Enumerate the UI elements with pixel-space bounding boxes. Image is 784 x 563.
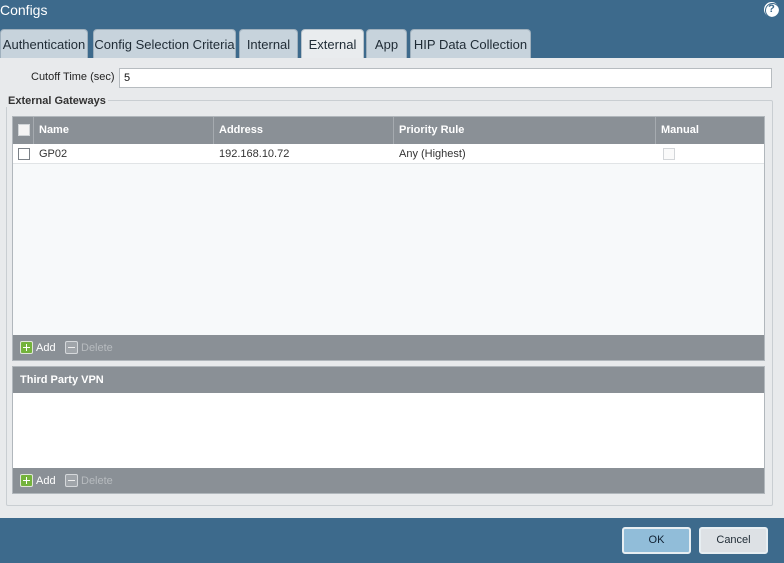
add-icon[interactable] [20, 474, 33, 487]
delete-icon [65, 341, 78, 354]
cancel-button[interactable]: Cancel [699, 527, 768, 554]
gateway-name: GP02 [39, 148, 68, 160]
external-gateways-toolbar: Add Delete [13, 335, 764, 360]
cutoff-time-input[interactable]: 5 [119, 68, 772, 88]
third-party-vpn-title: Third Party VPN [20, 374, 104, 386]
column-header-name[interactable]: Name [34, 117, 214, 144]
dialog-footer: OK Cancel [0, 518, 784, 563]
tab-app[interactable]: App [366, 29, 407, 59]
add-icon[interactable] [20, 341, 33, 354]
tab-content: Cutoff Time (sec) 5 External Gateways Na… [0, 58, 784, 518]
title-bar: Configs ? [0, 0, 784, 22]
configs-dialog: Configs ? Authentication Config Selectio… [0, 0, 784, 563]
tab-authentication[interactable]: Authentication [0, 29, 88, 59]
grid-header: Name Address Priority Rule Manual [13, 117, 764, 144]
column-header-manual[interactable]: Manual [656, 117, 762, 144]
tab-strip: Authentication Config Selection Criteria… [0, 29, 784, 60]
third-party-vpn-grid: Third Party VPN Add Delete [12, 366, 765, 494]
delete-button[interactable]: Delete [81, 474, 113, 488]
row-select-checkbox[interactable] [18, 148, 30, 160]
help-icon[interactable]: ? [764, 2, 780, 18]
third-party-vpn-header: Third Party VPN [13, 367, 764, 393]
select-all-checkbox[interactable] [18, 124, 30, 136]
external-gateways-grid: Name Address Priority Rule Manual GP02 1… [12, 116, 765, 361]
column-header-address[interactable]: Address [214, 117, 394, 144]
ok-button[interactable]: OK [622, 527, 691, 554]
tab-internal[interactable]: Internal [239, 29, 298, 59]
add-button[interactable]: Add [36, 474, 56, 488]
column-header-priority-rule[interactable]: Priority Rule [394, 117, 656, 144]
select-all-cell [13, 117, 34, 144]
tab-config-selection-criteria[interactable]: Config Selection Criteria [93, 29, 236, 59]
delete-icon [65, 474, 78, 487]
third-party-vpn-toolbar: Add Delete [13, 468, 764, 493]
external-gateways-legend: External Gateways [6, 95, 108, 107]
gateway-priority-rule: Any (Highest) [399, 148, 466, 160]
add-button[interactable]: Add [36, 341, 56, 355]
cutoff-time-label: Cutoff Time (sec) [31, 71, 115, 83]
dialog-title: Configs [0, 2, 48, 18]
table-row[interactable]: GP02 192.168.10.72 Any (Highest) [13, 144, 764, 164]
delete-button[interactable]: Delete [81, 341, 113, 355]
gateway-address: 192.168.10.72 [219, 148, 290, 160]
tab-external[interactable]: External [301, 29, 364, 60]
manual-checkbox [663, 148, 675, 160]
tab-hip-data-collection[interactable]: HIP Data Collection [410, 29, 531, 59]
